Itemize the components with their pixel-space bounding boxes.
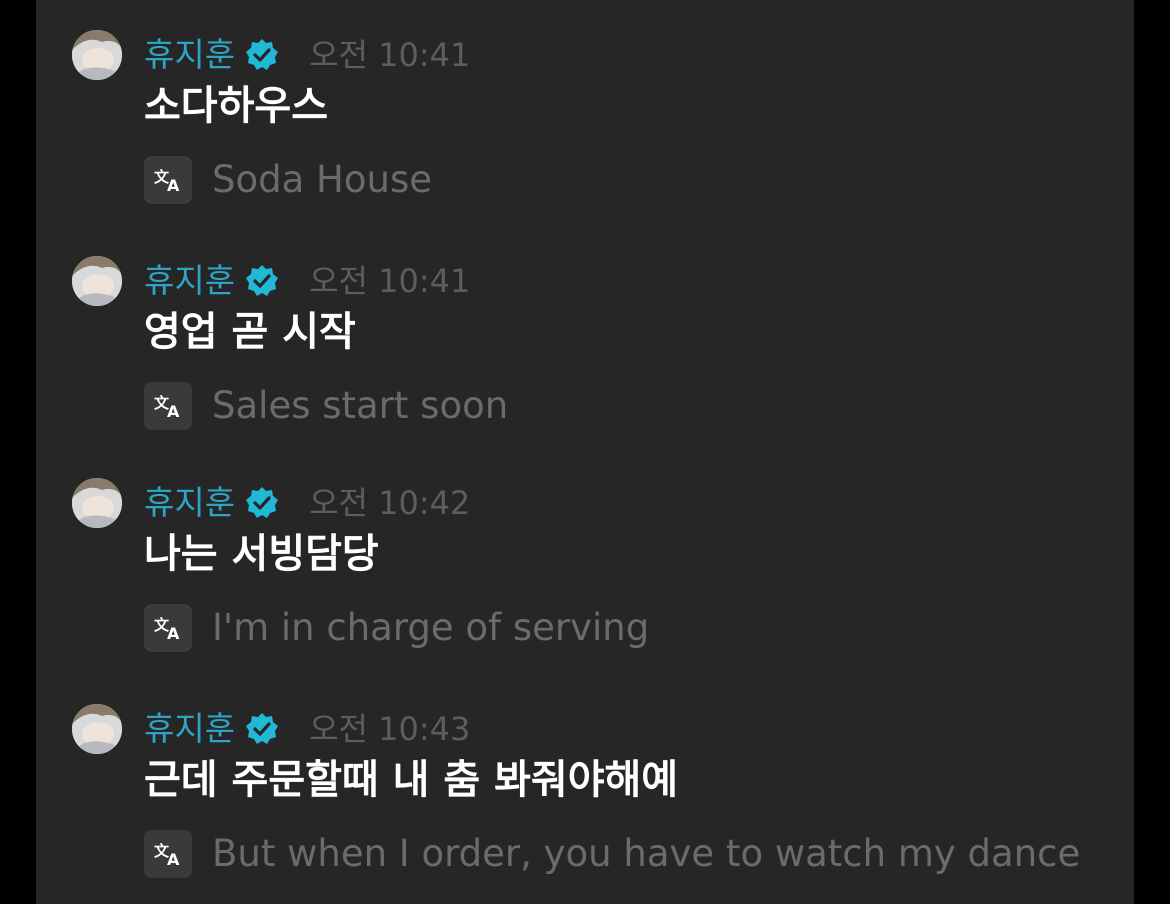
avatar[interactable] — [72, 30, 122, 80]
svg-text:A: A — [167, 176, 180, 195]
app-screen: 휴지훈 오전 10:41 소다하우스 文 A Soda House 휴지훈 오전… — [0, 0, 1170, 904]
message-header: 휴지훈 오전 10:42 — [144, 480, 470, 526]
translate-icon[interactable]: 文 A — [144, 604, 192, 652]
translation-row: 文 A I'm in charge of serving — [144, 604, 649, 652]
sender-name[interactable]: 휴지훈 — [144, 480, 235, 526]
chat-message: 휴지훈 오전 10:42 나는 서빙담당 文 A I'm in charge o… — [36, 448, 1134, 658]
svg-text:A: A — [167, 850, 180, 869]
translated-text: I'm in charge of serving — [212, 606, 650, 649]
message-time: 오전 10:41 — [309, 262, 471, 300]
translated-text: Soda House — [212, 158, 432, 201]
message-time: 오전 10:43 — [309, 710, 471, 748]
translation-row: 文 A Soda House — [144, 156, 432, 204]
message-header: 휴지훈 오전 10:41 — [144, 32, 470, 78]
verified-badge-icon — [245, 38, 279, 72]
chat-message: 휴지훈 오전 10:41 소다하우스 文 A Soda House — [36, 0, 1134, 210]
sender-name[interactable]: 휴지훈 — [144, 706, 235, 752]
message-header: 휴지훈 오전 10:43 — [144, 706, 470, 752]
translate-icon[interactable]: 文 A — [144, 382, 192, 430]
message-text: 나는 서빙담당 — [144, 531, 379, 577]
avatar[interactable] — [72, 478, 122, 528]
translate-icon[interactable]: 文 A — [144, 156, 192, 204]
message-text: 영업 곧 시작 — [144, 309, 356, 355]
message-text: 근데 주문할때 내 춤 봐줘야해예 — [144, 757, 679, 803]
message-time: 오전 10:41 — [309, 36, 471, 74]
translation-row: 文 A But when I order, you have to watch … — [144, 830, 1080, 878]
chat-message: 휴지훈 오전 10:41 영업 곧 시작 文 A Sales start soo… — [36, 226, 1134, 436]
sender-name[interactable]: 휴지훈 — [144, 32, 235, 78]
verified-badge-icon — [245, 486, 279, 520]
message-time: 오전 10:42 — [309, 484, 471, 522]
chat-panel: 휴지훈 오전 10:41 소다하우스 文 A Soda House 휴지훈 오전… — [36, 0, 1134, 904]
svg-text:A: A — [167, 402, 180, 421]
translation-row: 文 A Sales start soon — [144, 382, 508, 430]
svg-text:A: A — [167, 624, 180, 643]
translated-text: But when I order, you have to watch my d… — [212, 832, 1081, 875]
verified-badge-icon — [245, 264, 279, 298]
message-header: 휴지훈 오전 10:41 — [144, 258, 470, 304]
translated-text: Sales start soon — [212, 384, 509, 427]
chat-message: 휴지훈 오전 10:43 근데 주문할때 내 춤 봐줘야해예 文 A But w… — [36, 674, 1134, 884]
translate-icon[interactable]: 文 A — [144, 830, 192, 878]
message-text: 소다하우스 — [144, 83, 328, 129]
avatar[interactable] — [72, 256, 122, 306]
verified-badge-icon — [245, 712, 279, 746]
avatar[interactable] — [72, 704, 122, 754]
sender-name[interactable]: 휴지훈 — [144, 258, 235, 304]
